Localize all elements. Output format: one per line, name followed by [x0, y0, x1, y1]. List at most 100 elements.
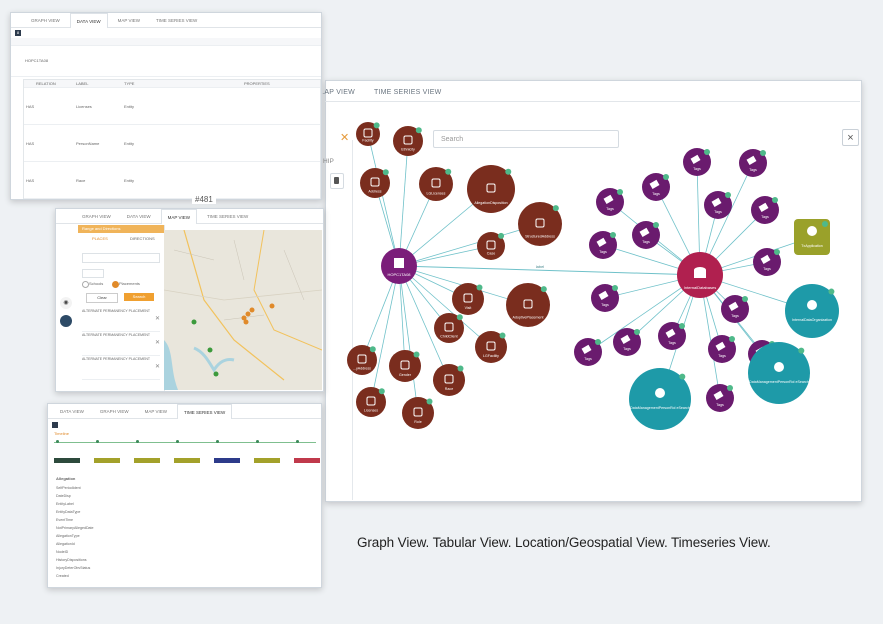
timeline-event[interactable] — [294, 458, 320, 463]
node-label: TxApplication — [801, 244, 823, 248]
tab-time-series-view[interactable]: TIME SERIES VIEW — [150, 13, 203, 27]
tab-data-view[interactable]: DATA VIEW — [69, 13, 108, 28]
table-row[interactable]: HAS Race Entity — [24, 162, 320, 199]
radio-placements[interactable] — [112, 281, 119, 288]
cell-relation: HAS — [26, 141, 35, 146]
node-label: Facility — [362, 138, 373, 142]
timeline-event[interactable] — [214, 458, 240, 463]
search-button[interactable]: Search — [124, 293, 154, 301]
expand-badge[interactable]: 8 — [15, 30, 21, 36]
timeline-event[interactable] — [54, 458, 80, 463]
remove-icon[interactable]: ✕ — [155, 339, 160, 346]
tab-data-view[interactable]: DATA VIEW — [54, 404, 90, 418]
edge-label: label — [536, 264, 545, 269]
timeline-event[interactable] — [94, 458, 120, 463]
sub-table: RELATION LABEL TYPE PROPERTIES HAS Licen… — [23, 79, 321, 199]
sub-tab-directions[interactable]: DIRECTIONS — [130, 236, 155, 241]
node-label: Race — [445, 387, 453, 391]
table-row[interactable]: HAS Licenses Entity — [24, 88, 320, 125]
node-badge — [552, 205, 559, 212]
node-badge — [413, 351, 420, 358]
timeline-event[interactable] — [254, 458, 280, 463]
tab-graph-view[interactable]: GRAPH VIEW — [25, 13, 66, 27]
table-row[interactable]: HOPC1TA08 — [11, 46, 321, 77]
map-canvas[interactable] — [164, 230, 322, 390]
tag-label: Tags — [642, 240, 650, 244]
header-properties: PROPERTIES — [244, 81, 270, 86]
tab-map-view[interactable]: MAP VIEW — [139, 404, 173, 418]
timeline-event[interactable] — [174, 458, 200, 463]
tab-data-view[interactable]: DATA VIEW — [121, 209, 157, 223]
list-item-label: ALTERNATE PERMANENCY PLACEMENT — [82, 357, 151, 361]
node-badge — [505, 168, 512, 175]
graph-edge — [370, 265, 400, 403]
node-label: ChildClient — [440, 334, 457, 338]
database-icon-body — [694, 270, 706, 278]
node-badge — [415, 127, 422, 134]
tab-graph-view[interactable]: GRAPH VIEW — [76, 209, 117, 223]
tab-map-view[interactable]: MAP VIEW — [160, 209, 198, 224]
node-label: AllegationDisposition — [474, 201, 507, 205]
tab-graph-view[interactable]: GRAPH VIEW — [94, 404, 135, 418]
tag-label: Tags — [716, 403, 724, 407]
node-badge — [679, 373, 686, 380]
tab-time-series-view[interactable]: TIME SERIES VIEW — [374, 89, 441, 96]
tab-map-view[interactable]: ...AP VIEW — [318, 89, 355, 96]
eye-icon[interactable]: ◉ — [60, 297, 72, 309]
tag-label: Tags — [714, 210, 722, 214]
table-header-row — [11, 38, 321, 46]
detail-field-label: EntityDataType — [56, 510, 81, 514]
graph-edge — [367, 133, 400, 267]
remove-icon[interactable]: ✕ — [155, 315, 160, 322]
node-badge — [445, 168, 452, 175]
node-person-icon — [807, 300, 817, 310]
expand-badge[interactable] — [52, 422, 58, 428]
tag-label: Tags — [731, 314, 739, 318]
map-marker-placement — [249, 307, 255, 313]
tab-map-view[interactable]: MAP VIEW — [112, 13, 146, 27]
node-badge — [612, 285, 618, 291]
timeline-tick — [136, 440, 139, 443]
cell-relation: HAS — [26, 178, 35, 183]
tabular-view-window: GRAPH VIEW DATA VIEW MAP VIEW TIME SERIE… — [10, 12, 322, 200]
sub-tab-places[interactable]: PLACES — [92, 236, 108, 241]
detail-field-label: DateDisp — [56, 494, 71, 498]
list-item[interactable]: ALTERNATE PERMANENCY PLACEMENT ✕ — [82, 309, 160, 332]
node-badge — [774, 249, 780, 255]
detail-panel: Allegation SelfPeriodIdent DateDisp Entity… — [56, 476, 216, 586]
cell-type: Entity — [124, 104, 135, 109]
radius-input[interactable] — [82, 269, 104, 278]
timeline-tick — [96, 440, 99, 443]
node-label: Role — [414, 420, 421, 424]
node-person-icon — [807, 226, 817, 236]
timeline-event[interactable] — [134, 458, 160, 463]
tab-time-series-view[interactable]: TIME SERIES VIEW — [177, 404, 233, 419]
tab-time-series-view[interactable]: TIME SERIES VIEW — [201, 209, 254, 223]
timeline-tick — [176, 440, 179, 443]
table-row[interactable]: HAS PersonName Entity — [24, 125, 320, 162]
node-badge — [595, 339, 601, 345]
graph-canvas[interactable]: label Facility Ethnicity Address LGLicenses A… — [325, 102, 860, 500]
node-badge — [540, 286, 547, 293]
cell-label: Licenses — [76, 104, 92, 109]
radio-schools[interactable] — [82, 281, 89, 288]
cell-label: PersonName — [76, 141, 100, 146]
cell-type: Entity — [124, 141, 135, 146]
tag-label: Tags — [763, 267, 771, 271]
remove-icon[interactable]: ✕ — [155, 363, 160, 370]
address-input[interactable] — [82, 253, 160, 263]
node-label: Ethnicity — [401, 147, 415, 151]
compass-icon[interactable] — [60, 315, 72, 327]
range-panel-header: Range and Directions — [78, 225, 164, 233]
clear-button[interactable]: Clear — [86, 293, 118, 303]
row-label: HOPC1TA08 — [25, 58, 49, 63]
timeline-tick — [56, 440, 59, 443]
detail-field-label: SelfPeriodIdent — [56, 486, 81, 490]
node-label: Gender — [399, 373, 412, 377]
list-item[interactable]: ALTERNATE PERMANENCY PLACEMENT ✕ — [82, 333, 160, 356]
node-badge — [772, 197, 778, 203]
caption: Graph View. Tabular View. Location/Geosp… — [357, 535, 771, 550]
list-item[interactable]: ALTERNATE PERMANENCY PLACEMENT ✕ — [82, 357, 160, 380]
node-badge — [476, 284, 483, 291]
node-badge — [610, 232, 616, 238]
